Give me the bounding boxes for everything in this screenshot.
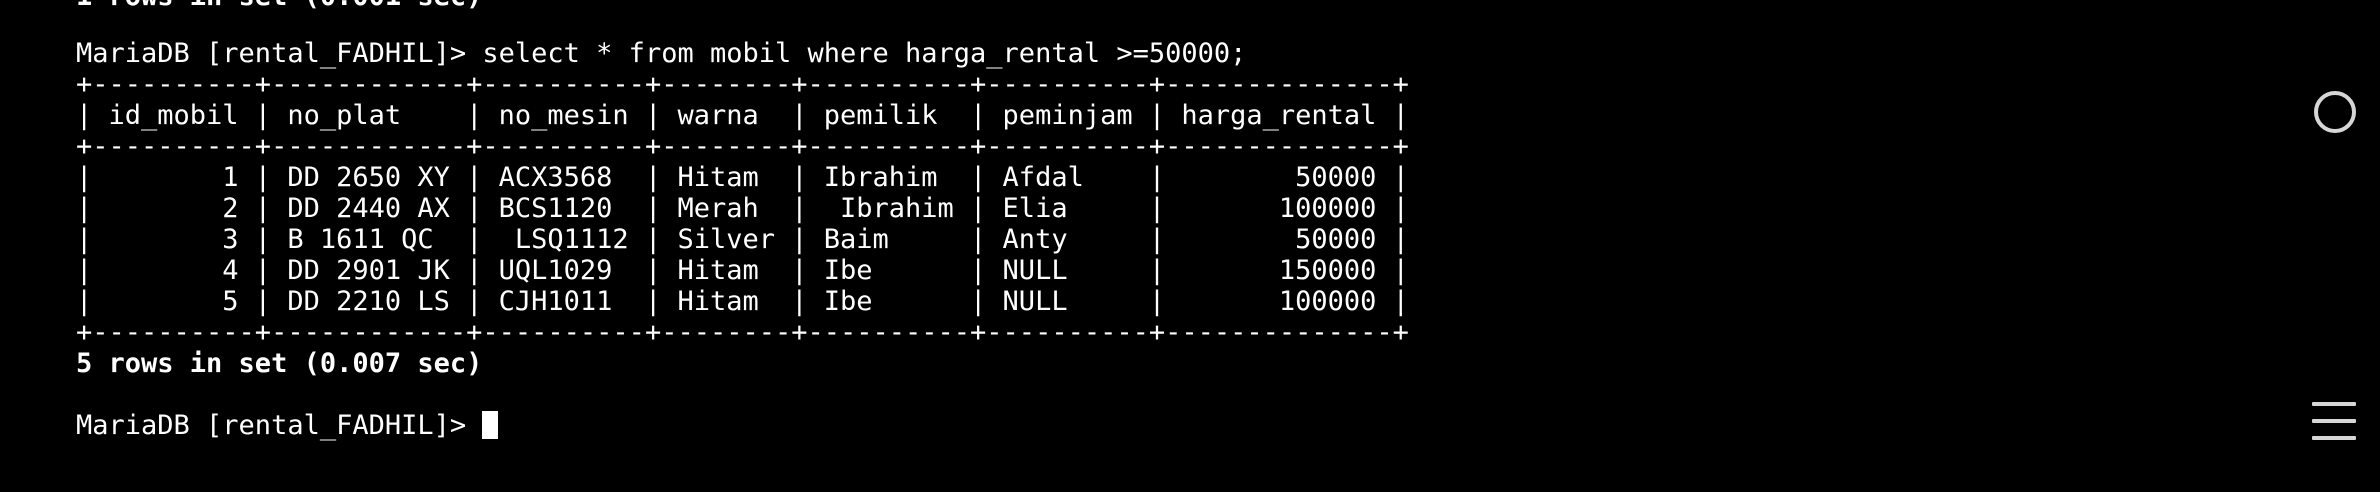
terminal-output[interactable]: 1 rows in set (0.001 sec) MariaDB [renta… [0, 0, 2200, 492]
text-cursor [482, 411, 499, 439]
menu-bar-middle [2312, 419, 2356, 423]
table-row: | 2 | DD 2440 AX | BCS1120 | Merah | Ibr… [76, 193, 1409, 224]
previous-output-line: 1 rows in set (0.001 sec) [76, 0, 482, 12]
table-row: | 3 | B 1611 QC | LSQ1112 | Silver | Bai… [76, 224, 1409, 255]
circle-icon[interactable] [2312, 89, 2356, 133]
command-prompt-line: MariaDB [rental_FADHIL]> select * from m… [76, 38, 1247, 69]
result-summary-line: 5 rows in set (0.007 sec) [76, 348, 483, 379]
table-border-top: +----------+------------+----------+----… [76, 69, 1409, 100]
table-border-bottom: +----------+------------+----------+----… [76, 317, 1409, 348]
table-border-mid: +----------+------------+----------+----… [76, 131, 1409, 162]
menu-bar-bottom [2312, 436, 2356, 440]
circle-icon-ring [2314, 91, 2356, 133]
hamburger-menu-icon[interactable] [2310, 402, 2358, 442]
table-header-row: | id_mobil | no_plat | no_mesin | warna … [76, 100, 1409, 131]
table-row: | 1 | DD 2650 XY | ACX3568 | Hitam | Ibr… [76, 162, 1409, 193]
current-prompt-text: MariaDB [rental_FADHIL]> [76, 410, 483, 441]
table-row: | 4 | DD 2901 JK | UQL1029 | Hitam | Ibe… [76, 255, 1409, 286]
terminal-screen: 1 rows in set (0.001 sec) MariaDB [renta… [0, 0, 2380, 492]
current-prompt-line[interactable]: MariaDB [rental_FADHIL]> [76, 410, 499, 441]
table-row: | 5 | DD 2210 LS | CJH1011 | Hitam | Ibe… [76, 286, 1409, 317]
menu-bar-top [2312, 402, 2356, 406]
